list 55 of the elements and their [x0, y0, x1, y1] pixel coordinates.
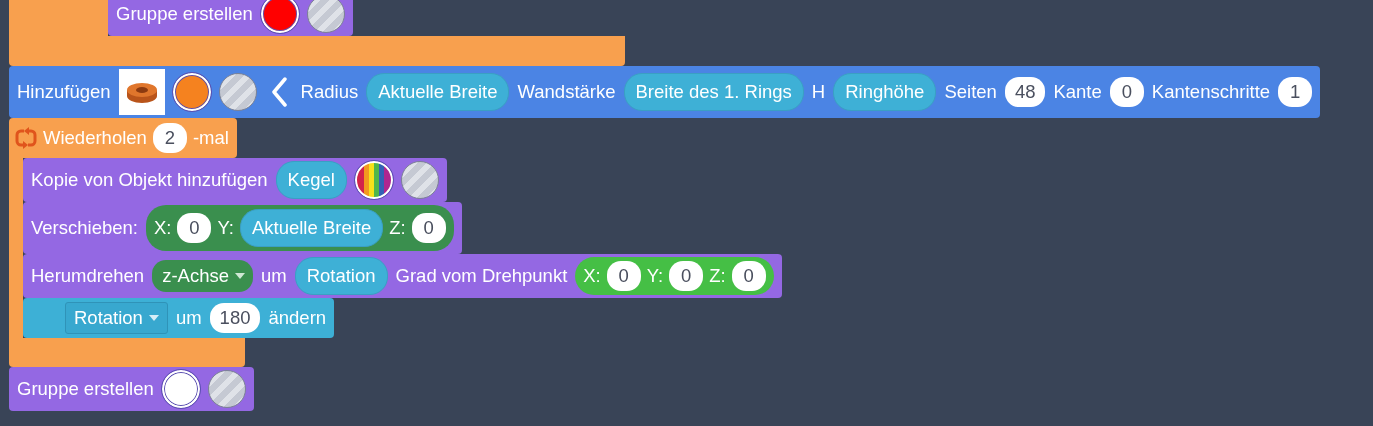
block-label: Seiten: [944, 81, 997, 103]
number-field[interactable]: 0: [669, 261, 704, 291]
repeat-block[interactable]: Wiederholen 2 -mal: [9, 118, 237, 158]
block-label: H: [811, 81, 826, 103]
block-label: Kopie von Objekt hinzufügen: [31, 169, 268, 191]
block-label: Y:: [217, 217, 234, 239]
number-field[interactable]: 0: [177, 213, 212, 243]
modify-block[interactable]: Gruppe erstellen: [108, 0, 353, 36]
color-swatch[interactable]: [260, 0, 299, 33]
block-label: um: [175, 307, 202, 329]
add-shape-block[interactable]: Hinzufügen Radius Aktuelle Breite Wandstärke Breite des 1. Rings H Ringhöhe Seiten 48 Kante 0 Kantenschritte 1: [9, 66, 1321, 118]
number-field[interactable]: 180: [209, 303, 261, 333]
block-label: X:: [153, 217, 172, 239]
block-label: Z:: [389, 217, 406, 239]
number-field[interactable]: 48: [1004, 77, 1046, 107]
number-field[interactable]: 0: [411, 213, 446, 243]
block-label: Kantenschritte: [1151, 81, 1271, 103]
block-label: Hinzufügen: [17, 81, 111, 103]
block-label: Herumdrehen: [31, 265, 145, 287]
block-label: Gruppe erstellen: [17, 378, 154, 400]
modify-block[interactable]: Verschieben: X: 0 Y: Aktuelle Breite Z: 0: [23, 202, 462, 254]
hole-swatch[interactable]: [218, 73, 257, 111]
block-label: -mal: [192, 127, 229, 149]
block-label: Grad vom Drehpunkt: [395, 265, 568, 287]
number-field[interactable]: 1: [1278, 77, 1313, 107]
hole-swatch[interactable]: [207, 370, 246, 408]
color-swatch[interactable]: [161, 370, 200, 408]
number-field[interactable]: 0: [606, 261, 641, 291]
block-label: Y:: [646, 265, 664, 287]
block-label: Kante: [1053, 81, 1102, 103]
modify-block[interactable]: Gruppe erstellen: [9, 367, 254, 411]
change-variable-block[interactable]: Rotation um 180 ändern: [23, 298, 335, 338]
block-label: ändern: [268, 307, 327, 329]
block-label: Gruppe erstellen: [116, 3, 253, 25]
modify-block[interactable]: Kopie von Objekt hinzufügen Kegel: [23, 158, 447, 202]
chevron-left-icon[interactable]: [270, 77, 287, 107]
number-field[interactable]: 0: [731, 261, 766, 291]
axis-dropdown[interactable]: z-Achse: [152, 260, 253, 292]
block-label: Verschieben:: [31, 217, 138, 239]
color-swatch[interactable]: [172, 73, 211, 111]
hole-swatch[interactable]: [306, 0, 345, 33]
multicolor-swatch[interactable]: [354, 161, 393, 199]
block-label: Wiederholen: [43, 127, 147, 149]
number-field[interactable]: 2: [152, 123, 187, 153]
block-label: Z:: [709, 265, 726, 287]
number-field[interactable]: 0: [1109, 77, 1144, 107]
block-label: Radius: [300, 81, 359, 103]
block-label: Wandstärke: [517, 81, 616, 103]
block-label: X:: [583, 265, 601, 287]
modify-block[interactable]: Herumdrehen z-Achse um Rotation Grad vom Drehpunkt X: 0 Y: 0 Z: 0: [23, 254, 782, 298]
block-label: um: [260, 265, 287, 287]
hole-swatch[interactable]: [400, 161, 439, 199]
repeat-icon: [15, 127, 37, 149]
caret-icon: [148, 315, 159, 321]
caret-icon: [234, 273, 245, 279]
